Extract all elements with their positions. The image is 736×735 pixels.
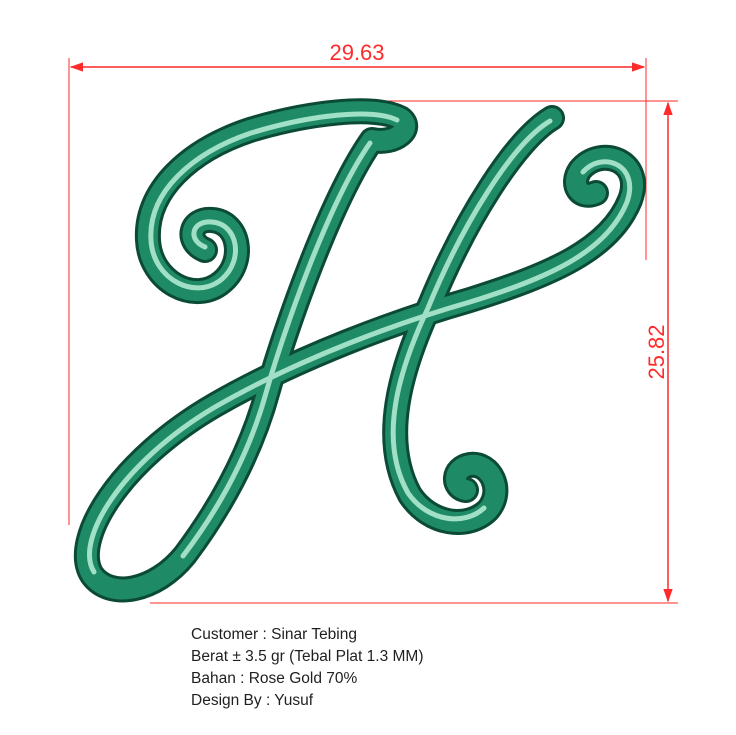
width-value: 29.63: [329, 40, 384, 65]
designer-line: Design By : Yusuf: [191, 692, 314, 709]
design-info: Customer : Sinar Tebing Berat ± 3.5 gr (…: [191, 624, 424, 712]
material-line: Bahan : Rose Gold 70%: [191, 670, 358, 687]
height-value: 25.82: [644, 324, 669, 379]
weight-line: Berat ± 3.5 gr (Tebal Plat 1.3 MM): [191, 648, 424, 665]
letter-h-pendant: [74, 98, 646, 603]
customer-line: Customer : Sinar Tebing: [191, 626, 357, 643]
